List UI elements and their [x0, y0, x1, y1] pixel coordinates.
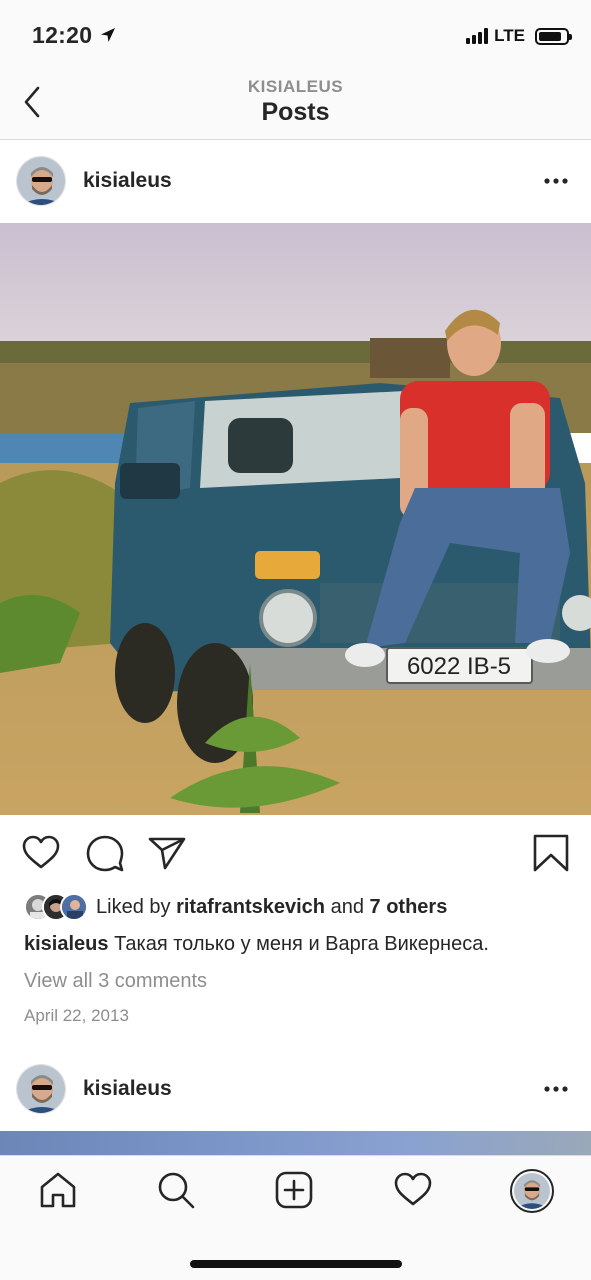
home-icon[interactable]	[38, 1170, 78, 1210]
likes-and: and	[330, 895, 364, 918]
next-post-photo[interactable]	[0, 1131, 591, 1155]
post-username[interactable]: kisialeus	[83, 169, 172, 193]
post-caption: kisialeus Такая только у меня и Варга Ви…	[24, 933, 489, 956]
heart-icon[interactable]	[21, 833, 61, 873]
battery-fill	[539, 31, 561, 41]
status-time: 12:20	[32, 22, 93, 48]
battery-icon	[535, 27, 572, 45]
license-plate-text: 6022 IB-5	[407, 653, 511, 680]
signal-icon	[466, 28, 489, 44]
view-comments-link[interactable]: View all 3 comments	[24, 970, 207, 993]
more-horizontal-icon[interactable]	[543, 177, 569, 185]
avatar[interactable]	[16, 156, 66, 206]
next-post-header: kisialeus	[0, 1047, 591, 1131]
status-indicators: LTE	[466, 26, 572, 46]
search-icon[interactable]	[156, 1170, 196, 1210]
likes-text: Liked by ritafrantskevich and 7 others	[96, 896, 447, 919]
liker-avatar[interactable]	[60, 893, 88, 921]
status-bar: 12:20 LTE	[0, 0, 591, 70]
profile-name-subtitle: KISIALEUS	[247, 77, 344, 96]
page-title: Posts	[261, 98, 330, 126]
new-post-icon[interactable]	[274, 1170, 314, 1210]
next-post-username[interactable]: kisialeus	[83, 1077, 172, 1101]
caption-text: Такая только у меня и Варга Викернеса.	[114, 933, 489, 955]
post-photo[interactable]: 6022 IB-5	[0, 223, 591, 815]
network-label: LTE	[494, 26, 525, 45]
likes-prefix: Liked by	[96, 895, 171, 918]
avatar[interactable]	[16, 1064, 66, 1114]
post-date: April 22, 2013	[24, 1006, 129, 1025]
activity-heart-icon[interactable]	[393, 1170, 433, 1210]
likes-others[interactable]: 7 others	[370, 896, 448, 918]
location-arrow-icon	[101, 28, 115, 42]
profile-avatar[interactable]	[510, 1169, 554, 1213]
more-horizontal-icon[interactable]	[543, 1085, 569, 1093]
caption-username[interactable]: kisialeus	[24, 933, 109, 955]
tab-bar	[0, 1155, 591, 1280]
post-header: kisialeus	[0, 140, 591, 224]
liked-by-user[interactable]: ritafrantskevich	[176, 896, 325, 918]
share-icon[interactable]	[147, 833, 187, 873]
comment-icon[interactable]	[85, 833, 125, 873]
bookmark-icon[interactable]	[531, 833, 571, 873]
likes-row: Liked by ritafrantskevich and 7 others	[24, 891, 447, 923]
nav-header: KISIALEUS Posts	[0, 70, 591, 140]
home-indicator[interactable]	[190, 1260, 402, 1268]
